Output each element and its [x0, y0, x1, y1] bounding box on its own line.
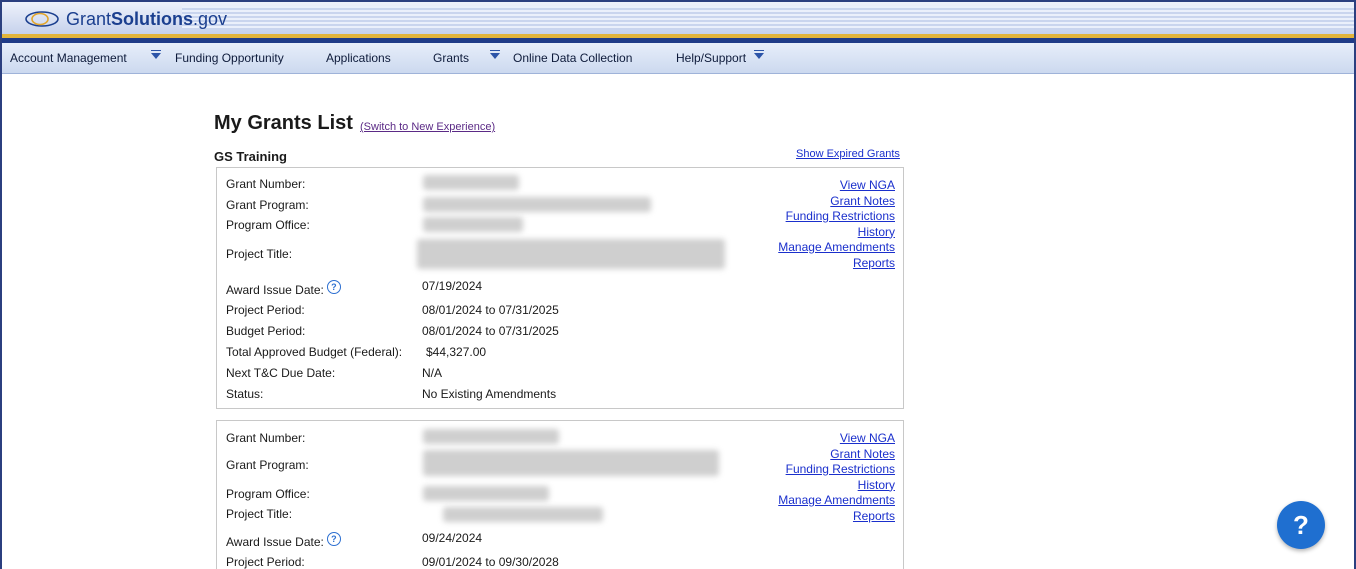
chevron-down-icon[interactable] [151, 50, 161, 59]
nav-applications[interactable]: Applications [326, 51, 391, 65]
view-nga-link[interactable]: View NGA [778, 431, 895, 447]
logo-text: GrantSolutions.gov [66, 8, 228, 29]
grant-number-label: Grant Number: [226, 177, 306, 191]
redacted-program-office [423, 486, 549, 501]
award-issue-date-label: Award Issue Date:? [226, 280, 341, 298]
nav-help-support[interactable]: Help/Support [676, 51, 746, 65]
project-title-label: Project Title: [226, 507, 293, 521]
budget-period-value: 08/01/2024 to 07/31/2025 [422, 324, 559, 338]
redacted-grant-number [423, 429, 559, 444]
award-issue-date-value: 09/24/2024 [422, 531, 483, 545]
nav-grants[interactable]: Grants [433, 51, 469, 65]
help-button[interactable]: ? [1277, 501, 1325, 549]
grant-program-label: Grant Program: [226, 198, 309, 212]
project-period-label: Project Period: [226, 555, 305, 569]
program-office-label: Program Office: [226, 487, 310, 501]
history-link[interactable]: History [778, 478, 895, 494]
header-bar: GrantSolutions.gov [2, 2, 1354, 34]
redacted-grant-program [423, 197, 651, 212]
app-frame: GrantSolutions.gov Account Management Fu… [0, 0, 1356, 569]
reports-link[interactable]: Reports [778, 509, 895, 525]
total-budget-value: $44,327.00 [426, 345, 487, 359]
chevron-down-icon[interactable] [754, 50, 764, 59]
next-tc-due-value: N/A [422, 366, 443, 380]
header-decoration [182, 6, 1354, 30]
grant-card: Grant Number: Grant Program: Program Off… [216, 167, 904, 409]
section-title: GS Training [214, 149, 287, 164]
grantsolutions-logo[interactable]: GrantSolutions.gov [24, 8, 227, 30]
redacted-program-office [423, 217, 523, 232]
status-label: Status: [226, 387, 264, 401]
funding-restrictions-link[interactable]: Funding Restrictions [778, 462, 895, 478]
program-office-label: Program Office: [226, 218, 310, 232]
grant-card: Grant Number: Grant Program: Program Off… [216, 420, 904, 569]
manage-amendments-link[interactable]: Manage Amendments [778, 240, 895, 256]
grant-number-label: Grant Number: [226, 431, 306, 445]
grant-actions: View NGA Grant Notes Funding Restriction… [778, 178, 895, 271]
nav-account-management[interactable]: Account Management [10, 51, 127, 65]
total-budget-label: Total Approved Budget (Federal): [226, 345, 403, 359]
grant-program-label: Grant Program: [226, 458, 309, 472]
redacted-grant-number [423, 175, 519, 190]
history-link[interactable]: History [778, 225, 895, 241]
redacted-project-title [443, 507, 603, 522]
project-period-label: Project Period: [226, 303, 305, 317]
grant-notes-link[interactable]: Grant Notes [778, 194, 895, 210]
redacted-grant-program [423, 450, 719, 476]
nav-funding-opportunity[interactable]: Funding Opportunity [175, 51, 284, 65]
status-value: No Existing Amendments [422, 387, 557, 401]
funding-restrictions-link[interactable]: Funding Restrictions [778, 209, 895, 225]
next-tc-due-label: Next T&C Due Date: [226, 366, 336, 380]
award-issue-date-label: Award Issue Date:? [226, 532, 341, 550]
manage-amendments-link[interactable]: Manage Amendments [778, 493, 895, 509]
project-period-value: 08/01/2024 to 07/31/2025 [422, 303, 559, 317]
logo-swoosh-icon [25, 11, 59, 27]
show-expired-grants-link[interactable]: Show Expired Grants [796, 148, 900, 160]
grant-notes-link[interactable]: Grant Notes [778, 447, 895, 463]
page-title: My Grants List [214, 112, 353, 134]
view-nga-link[interactable]: View NGA [778, 178, 895, 194]
info-icon[interactable]: ? [326, 280, 341, 294]
reports-link[interactable]: Reports [778, 256, 895, 272]
project-period-value: 09/01/2024 to 09/30/2028 [422, 555, 559, 569]
nav-online-data-collection[interactable]: Online Data Collection [513, 51, 632, 65]
project-title-label: Project Title: [226, 247, 293, 261]
budget-period-label: Budget Period: [226, 324, 306, 338]
info-icon[interactable]: ? [326, 532, 341, 546]
switch-experience-link[interactable]: (Switch to New Experience) [360, 121, 495, 133]
chevron-down-icon[interactable] [490, 50, 500, 59]
award-issue-date-value: 07/19/2024 [422, 279, 483, 293]
main-nav: Account Management Funding Opportunity A… [2, 43, 1354, 74]
grant-actions: View NGA Grant Notes Funding Restriction… [778, 431, 895, 524]
redacted-project-title [417, 239, 725, 269]
